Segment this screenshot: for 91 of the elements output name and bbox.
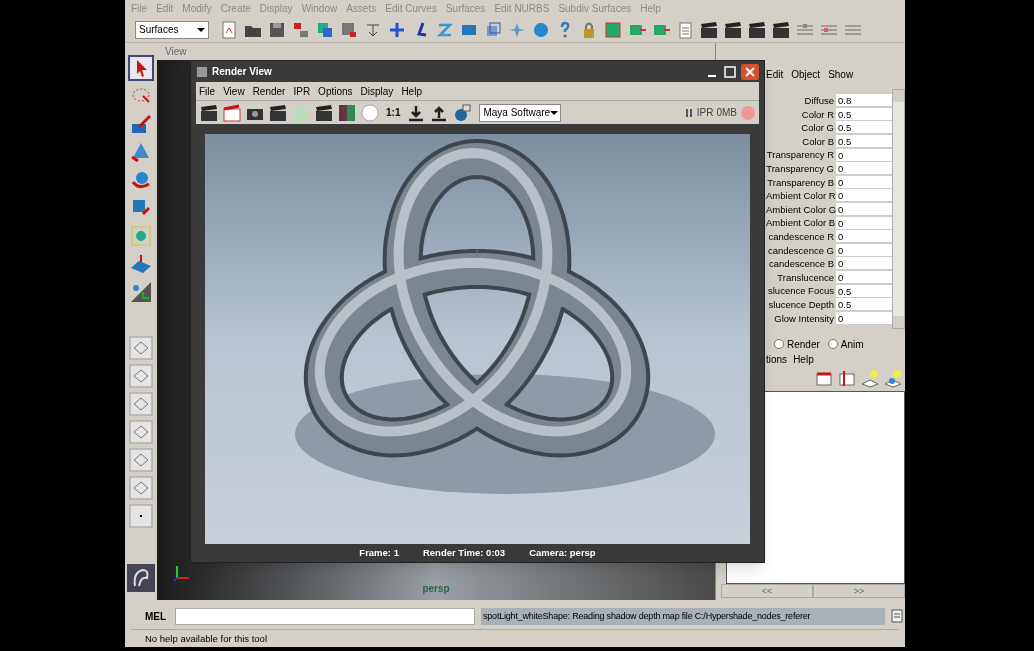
render-info-text: Render Time: 0:03 xyxy=(422,545,506,560)
render-info-text: Frame: 1 xyxy=(359,545,399,560)
menu-item[interactable]: Show xyxy=(828,67,854,82)
attribute-value-field[interactable]: 0 xyxy=(836,203,892,217)
memory-label: 0MB xyxy=(716,106,737,120)
menu-item[interactable]: File xyxy=(199,83,216,99)
light-icon[interactable] xyxy=(860,368,880,388)
pause-icon[interactable] xyxy=(683,106,694,119)
attribute-value-field[interactable]: 0 xyxy=(836,230,892,244)
attribute-label: Transparency B xyxy=(766,177,834,188)
attribute-value-field[interactable]: 0 xyxy=(836,162,892,176)
light-icon[interactable] xyxy=(883,368,903,388)
attribute-label: Color B xyxy=(801,136,834,147)
attribute-label: Transparency G xyxy=(766,164,834,174)
attribute-value-field[interactable]: 0.5 xyxy=(836,121,892,135)
window-title: Render View xyxy=(212,65,273,79)
menu-item[interactable]: Object xyxy=(791,67,821,82)
attribute-label: Transparency R xyxy=(766,150,834,160)
layout-button-icon[interactable] xyxy=(128,447,154,473)
attribute-label: candescence G xyxy=(767,245,834,256)
attribute-value-field[interactable]: 0 xyxy=(836,175,892,189)
attribute-value-field[interactable]: 0.5 xyxy=(836,135,892,149)
attribute-label: Ambient Color R xyxy=(766,191,834,201)
window-icon[interactable] xyxy=(603,19,623,40)
real-size-button[interactable]: 1:1 xyxy=(383,105,404,120)
menu-item[interactable]: Render xyxy=(252,83,286,99)
attribute-value-field[interactable]: 0 xyxy=(836,148,892,162)
caret-icon xyxy=(197,27,205,32)
attribute-label: Translucence xyxy=(776,272,834,283)
attribute-value-field[interactable]: 0 xyxy=(836,311,892,325)
menu-item[interactable]: tions xyxy=(766,351,788,367)
radio-button[interactable]: Anim xyxy=(827,336,864,352)
attribute-label: slucence Focus xyxy=(767,286,834,296)
layout-button-icon[interactable] xyxy=(128,391,154,417)
menu-item[interactable]: Display xyxy=(360,83,394,99)
menu-item[interactable]: Edit xyxy=(766,67,784,82)
render-info-text: Camera: persp xyxy=(529,545,596,560)
maximize-icon[interactable] xyxy=(723,64,737,79)
attribute-value-field[interactable]: 0.5 xyxy=(836,107,892,121)
attribute-value-field[interactable]: 0.5 xyxy=(836,284,892,298)
paint-brush-icon xyxy=(129,112,153,136)
camera-label: persp xyxy=(422,582,450,596)
menu-item[interactable]: View xyxy=(223,83,245,99)
attribute-value-field[interactable]: 0 xyxy=(836,257,892,271)
attribute-label: Ambient Color B xyxy=(766,218,834,228)
attribute-value-field[interactable]: 0.8 xyxy=(836,94,892,108)
close-icon[interactable] xyxy=(741,63,759,80)
command-language-label[interactable]: MEL xyxy=(145,608,169,624)
attribute-label: Diffuse xyxy=(803,96,834,106)
nav-button[interactable]: >> xyxy=(813,584,905,598)
renderer-dropdown[interactable]: Maya Software xyxy=(479,103,562,122)
axis-indicator-icon xyxy=(173,564,191,582)
attribute-value-field[interactable]: 0 xyxy=(836,216,892,230)
layout-button-icon[interactable] xyxy=(128,475,154,501)
attribute-value-field[interactable]: 0 xyxy=(836,243,892,257)
surface-icon xyxy=(129,252,153,276)
document-icon[interactable] xyxy=(219,19,239,40)
menu-item[interactable]: IPR xyxy=(293,83,311,99)
command-response-field: spotLight_whiteShape: Reading shadow depth map file C:/Hypershade_nodes_referer xyxy=(481,607,885,625)
color-channels-icon[interactable] xyxy=(337,102,357,123)
attribute-label: Color R xyxy=(800,109,834,120)
radio-button[interactable]: Render xyxy=(774,336,820,352)
menu-item[interactable]: Help xyxy=(793,351,814,367)
menu-item[interactable]: Options xyxy=(318,83,353,99)
globe-icon[interactable] xyxy=(452,102,473,123)
attribute-label: candescence B xyxy=(768,259,834,269)
menu-item[interactable]: Help xyxy=(401,83,422,99)
scrollbar[interactable] xyxy=(892,89,905,329)
attribute-label: Ambient Color G xyxy=(766,204,834,215)
attribute-label: Glow Intensity xyxy=(773,313,834,324)
attribute-label: Color G xyxy=(800,123,834,133)
attribute-value-field[interactable]: 0 xyxy=(836,189,892,203)
attribute-value-field[interactable]: 0.5 xyxy=(836,298,892,312)
panel-menu-item[interactable]: View xyxy=(165,44,187,59)
caret-icon xyxy=(550,110,559,115)
attribute-label: slucence Depth xyxy=(767,299,834,310)
layout-button-icon[interactable] xyxy=(128,419,154,445)
command-input-field[interactable] xyxy=(175,607,475,625)
menu-set-dropdown[interactable]: Surfaces xyxy=(135,20,209,39)
attribute-value-field[interactable]: 0 xyxy=(836,271,892,284)
layout-button-icon[interactable] xyxy=(128,335,154,361)
tool-button[interactable] xyxy=(128,55,154,81)
maya-logo-icon xyxy=(127,564,155,592)
window-icon xyxy=(196,65,208,78)
manipulator-icon xyxy=(129,224,153,248)
axes-icon xyxy=(129,280,153,304)
ipr-label: IPR xyxy=(696,106,714,120)
script-editor-icon[interactable] xyxy=(891,609,903,623)
attribute-label: candescence R xyxy=(767,232,834,242)
nav-button[interactable]: << xyxy=(721,584,813,598)
layout-button-icon[interactable] xyxy=(128,363,154,389)
